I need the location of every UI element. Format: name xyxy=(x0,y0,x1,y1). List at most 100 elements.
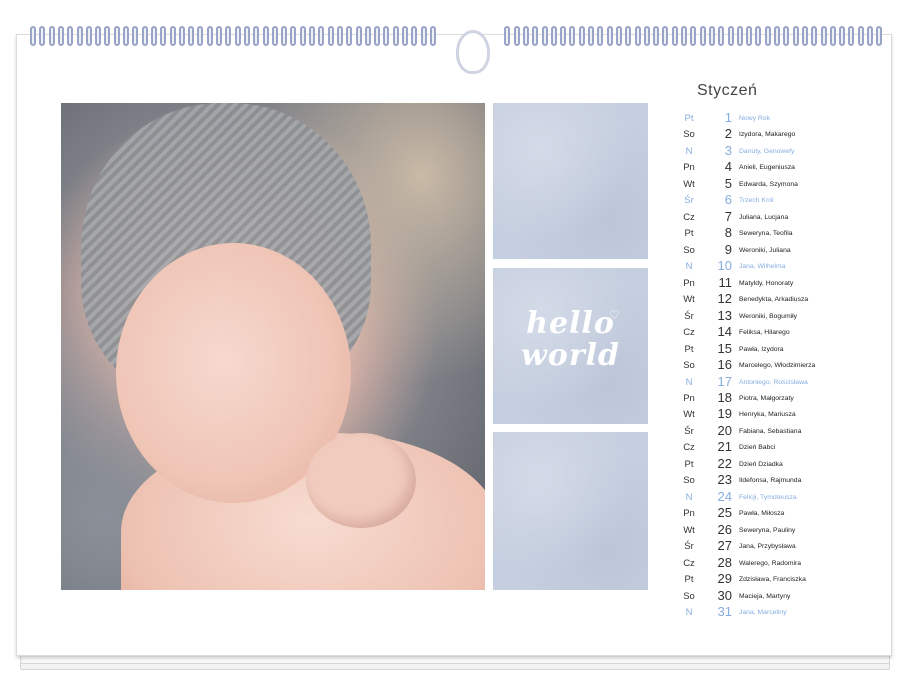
spiral-ring xyxy=(699,26,706,46)
day-number: 15 xyxy=(717,340,732,356)
day-name: N xyxy=(685,376,693,388)
name-day: Dzień Dziadka xyxy=(739,460,783,468)
day-name: So xyxy=(683,475,695,487)
spiral-binding xyxy=(20,20,888,74)
spiral-ring xyxy=(829,26,836,46)
name-day: Matyldy, Honoraty xyxy=(739,279,794,287)
spiral-ring xyxy=(123,26,129,46)
blue-tile-top xyxy=(493,103,648,259)
spiral-ring xyxy=(792,26,799,46)
spiral-ring xyxy=(141,26,148,46)
spiral-ring xyxy=(253,26,260,46)
day-row: Pt 22 Dzień Dziadka xyxy=(676,456,866,472)
spiral-ring xyxy=(225,26,232,46)
day-name: Wt xyxy=(683,409,695,421)
day-row: Pn 25 Pawła, Miłosza xyxy=(676,505,866,521)
day-row: Cz 21 Dzień Babci xyxy=(676,439,866,455)
day-name: Wt xyxy=(683,178,695,190)
day-name: Śr xyxy=(684,310,694,322)
day-name: Śr xyxy=(684,541,694,553)
spiral-ring xyxy=(327,26,334,46)
spiral-ring xyxy=(801,26,808,46)
day-number: 18 xyxy=(717,389,732,405)
day-number: 13 xyxy=(717,307,732,323)
baby-hand xyxy=(306,433,416,528)
day-number: 14 xyxy=(717,324,732,340)
spiral-ring xyxy=(355,26,362,46)
name-day: Izydora, Makarego xyxy=(739,131,796,139)
day-row: Wt 19 Henryka, Mariusza xyxy=(676,406,866,422)
day-number: 7 xyxy=(724,208,732,224)
day-row: N 3 Danuty, Genowefy xyxy=(676,143,866,159)
spiral-ring xyxy=(411,26,418,46)
heart-icon: ♡ xyxy=(609,308,620,322)
day-name: Cz xyxy=(683,442,695,454)
spiral-ring xyxy=(727,26,734,46)
spiral-ring xyxy=(262,26,269,46)
spiral-ring xyxy=(243,26,250,46)
name-day: Felicji, Tymoteusza xyxy=(739,493,797,501)
day-number: 8 xyxy=(724,225,732,241)
day-list: Pt 1 Nowy Rok So 2 Izydora, Makarego N 3 Danuty,… xyxy=(676,110,866,621)
day-name: Cz xyxy=(683,211,695,223)
name-day: Juliana, Lucjana xyxy=(739,213,789,221)
spiral-ring xyxy=(550,26,557,46)
spiral-ring xyxy=(67,26,74,46)
day-row: Wt 5 Edwarda, Szymona xyxy=(676,176,866,192)
day-number: 11 xyxy=(718,274,733,290)
spiral-ring xyxy=(346,26,353,46)
spiral-ring xyxy=(783,26,790,46)
day-name: Cz xyxy=(683,557,695,569)
day-name: Śr xyxy=(684,425,694,437)
spiral-ring xyxy=(299,26,306,46)
spiral-ring xyxy=(113,26,120,46)
day-number: 20 xyxy=(717,422,732,438)
day-name: Pt xyxy=(684,113,694,124)
spiral-ring xyxy=(504,26,511,46)
spiral-ring xyxy=(206,26,213,46)
spiral-ring xyxy=(876,26,883,46)
spiral-ring xyxy=(57,26,64,46)
day-number: 22 xyxy=(717,455,732,471)
day-name: So xyxy=(683,360,695,372)
day-name: Pt xyxy=(684,458,694,470)
day-number: 26 xyxy=(717,521,732,537)
name-day: Trzech Król xyxy=(739,197,774,205)
day-number: 23 xyxy=(717,472,732,488)
day-row: So 2 Izydora, Makarego xyxy=(676,126,866,142)
hello-text: hello xyxy=(526,306,615,341)
day-row: So 9 Weroniki, Juliana xyxy=(676,242,866,258)
day-name: Pt xyxy=(684,228,694,240)
spiral-ring xyxy=(839,26,846,46)
day-row: Pt 1 Nowy Rok xyxy=(676,110,866,126)
baby-photo xyxy=(61,103,485,590)
name-day: Pawła, Miłosza xyxy=(739,510,785,518)
spiral-ring xyxy=(774,26,780,46)
spiral-ring xyxy=(197,26,204,46)
day-number: 25 xyxy=(717,505,732,521)
day-number: 5 xyxy=(724,175,732,191)
hanger-hook xyxy=(456,30,490,74)
spiral-ring xyxy=(160,26,167,46)
spiral-ring xyxy=(597,26,604,46)
day-name: Pn xyxy=(683,277,695,289)
day-name: Pt xyxy=(684,343,694,355)
day-number: 2 xyxy=(724,126,732,142)
day-number: 27 xyxy=(717,538,732,554)
spiral-ring xyxy=(374,26,381,46)
day-name: So xyxy=(683,244,695,256)
spiral-ring xyxy=(188,26,195,46)
day-name: So xyxy=(683,129,695,141)
spiral-ring xyxy=(569,26,576,46)
spiral-ring xyxy=(681,26,687,46)
spiral-ring xyxy=(39,26,46,46)
spiral-ring xyxy=(364,26,371,46)
day-name: So xyxy=(683,590,695,602)
spiral-ring xyxy=(85,26,92,46)
day-name: Wt xyxy=(683,294,695,306)
day-name: N xyxy=(685,607,693,619)
spiral-ring xyxy=(290,26,297,46)
name-day: Feliksa, Hilarego xyxy=(739,329,790,337)
spiral-ring xyxy=(625,26,632,46)
spiral-ring xyxy=(150,26,157,46)
